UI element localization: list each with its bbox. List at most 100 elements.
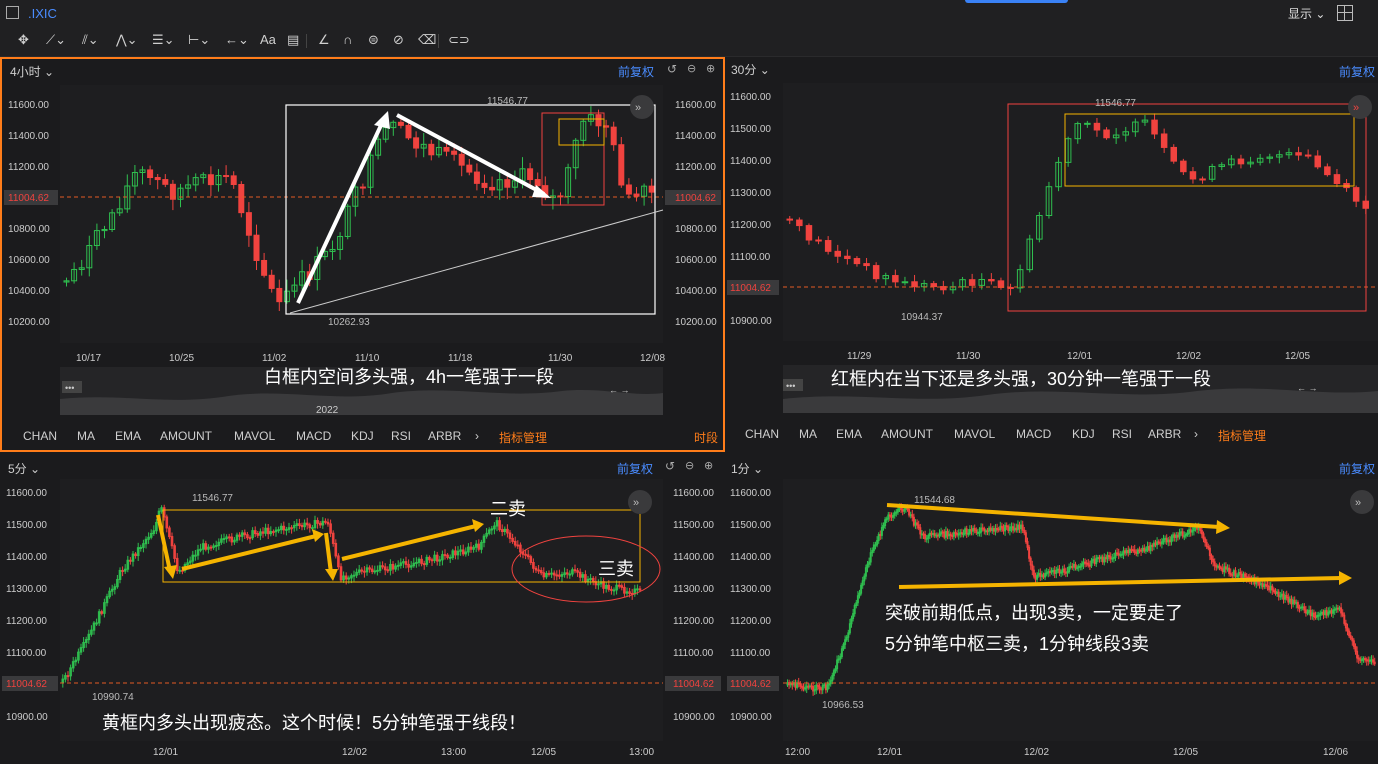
- indicator-more[interactable]: ›: [475, 429, 479, 443]
- adjust-label[interactable]: 前复权: [617, 460, 653, 477]
- candle-body: [555, 574, 559, 577]
- indicator-chan[interactable]: CHAN: [745, 427, 779, 441]
- arrow-icon[interactable]: ←⌄: [225, 32, 249, 48]
- trash-icon[interactable]: ⌫: [418, 32, 436, 48]
- adjust-label[interactable]: 前复权: [1339, 460, 1375, 477]
- candle-body: [981, 527, 984, 530]
- indicator-ma[interactable]: MA: [77, 429, 95, 443]
- channel-icon[interactable]: ⫽⌄: [82, 32, 99, 48]
- panel-1min[interactable]: 1分 ⌄ 前复权 11544.68 10966.53 11600.00 1150…: [727, 455, 1378, 764]
- indicator-arbr[interactable]: ARBR: [1148, 427, 1181, 441]
- chart-5min[interactable]: 二卖 三卖 11546.77 10990.74 11600.00 11500.0…: [0, 477, 725, 764]
- indicator-mavol[interactable]: MAVOL: [954, 427, 995, 441]
- indicator-manage[interactable]: 指标管理: [499, 429, 547, 446]
- candle-body: [527, 168, 534, 181]
- candle-body: [1156, 541, 1159, 546]
- price-tick: 11400.00: [730, 156, 771, 167]
- overview-arrows[interactable]: ← →: [609, 385, 630, 395]
- indicator-more[interactable]: ›: [1194, 427, 1198, 441]
- layout-grid-icon[interactable]: [1337, 5, 1353, 21]
- candle-body: [513, 540, 517, 546]
- candle-body: [1058, 568, 1061, 574]
- candle-body: [1258, 581, 1261, 586]
- zoom-in-icon[interactable]: ⊕: [706, 62, 715, 75]
- fib-icon[interactable]: ☰⌄: [152, 32, 175, 48]
- adjust-label[interactable]: 前复权: [1339, 63, 1375, 80]
- overview-arrows[interactable]: ← →: [1297, 383, 1318, 393]
- candle-body: [1087, 562, 1090, 566]
- reset-icon[interactable]: ↺: [667, 62, 677, 76]
- candle-body: [1071, 565, 1074, 568]
- indicator-ema[interactable]: EMA: [836, 427, 862, 441]
- panel-5min[interactable]: 5分 ⌄ 前复权 ↺ ⊖ ⊕ 二卖 三卖 11546.77 10990.74 1…: [0, 455, 725, 764]
- chart-4h[interactable]: 11546.77 10262.93 11600.00 11400.00 1120…: [2, 81, 723, 451]
- timeframe-selector[interactable]: 30分 ⌄: [731, 61, 770, 78]
- candle-body: [1183, 535, 1186, 538]
- display-menu[interactable]: 显示 ⌄: [1288, 5, 1325, 22]
- indicator-amount[interactable]: AMOUNT: [881, 427, 933, 441]
- timeframe-selector[interactable]: 5分 ⌄: [8, 460, 40, 477]
- period-tab[interactable]: 时段: [694, 429, 718, 446]
- indicator-arbr[interactable]: ARBR: [428, 429, 461, 443]
- candle-body: [370, 568, 374, 572]
- candle-body: [147, 169, 154, 179]
- candle-body: [227, 536, 231, 539]
- zoom-in-icon[interactable]: ⊕: [704, 459, 713, 472]
- indicator-kdj[interactable]: KDJ: [351, 429, 374, 443]
- candle-body: [204, 543, 208, 550]
- hide-icon[interactable]: ⊘: [393, 32, 404, 48]
- line-icon[interactable]: ⟋⌄: [46, 32, 66, 48]
- note-icon[interactable]: ▤: [287, 32, 299, 48]
- zoom-out-icon[interactable]: ⊖: [685, 459, 694, 472]
- sidebar-toggle-icon[interactable]: [6, 6, 19, 19]
- indicator-rsi[interactable]: RSI: [391, 429, 411, 443]
- adjust-label[interactable]: 前复权: [618, 63, 654, 80]
- candle-body: [994, 527, 997, 532]
- last-price-right: 11004.62: [673, 679, 714, 690]
- candle-body: [1164, 537, 1167, 540]
- magnet-icon[interactable]: ∩: [343, 32, 352, 47]
- indicator-manage[interactable]: 指标管理: [1218, 427, 1266, 444]
- chart-30min[interactable]: 11546.77 10944.37 11600.00 11500.00 1140…: [727, 79, 1378, 449]
- indicator-macd[interactable]: MACD: [296, 429, 331, 443]
- date-tick: 11/30: [956, 351, 981, 362]
- reset-icon[interactable]: ↺: [665, 459, 675, 473]
- indicator-rsi[interactable]: RSI: [1112, 427, 1132, 441]
- candle-body: [1216, 565, 1219, 568]
- symbol-label[interactable]: .IXIC: [28, 6, 57, 21]
- panel-30min[interactable]: 30分 ⌄ 前复权 11546.77 10944.37 11600.00 115…: [727, 57, 1378, 452]
- lock-icon[interactable]: ⊜: [368, 32, 379, 48]
- date-tick: 12/06: [1323, 747, 1348, 758]
- indicator-ma[interactable]: MA: [799, 427, 817, 441]
- expand-icon[interactable]: [1348, 95, 1372, 119]
- candle-body: [1284, 594, 1287, 600]
- candle-body: [844, 255, 851, 260]
- indicator-kdj[interactable]: KDJ: [1072, 427, 1095, 441]
- indicator-amount[interactable]: AMOUNT: [160, 429, 212, 443]
- expand-icon[interactable]: [630, 95, 654, 119]
- expand-icon[interactable]: [628, 490, 652, 514]
- candle-body: [121, 569, 124, 572]
- wave-icon[interactable]: ⋀⌄: [116, 32, 138, 48]
- range-icon[interactable]: ⊢⌄: [188, 32, 210, 48]
- ruler-icon[interactable]: ∠: [318, 32, 330, 48]
- candle-body: [1028, 546, 1031, 559]
- chart-1min[interactable]: 11544.68 10966.53 11600.00 11500.00 1140…: [727, 477, 1378, 764]
- panel-4h[interactable]: 4小时 ⌄ 前复权 ↺ ⊖ ⊕ 11546.77 10262.93 11600.…: [0, 57, 725, 452]
- text-icon[interactable]: Aa: [260, 32, 276, 47]
- zoom-out-icon[interactable]: ⊖: [687, 62, 696, 75]
- candle-body: [636, 588, 639, 591]
- timeframe-selector[interactable]: 1分 ⌄: [731, 460, 763, 477]
- candle-body: [1215, 565, 1218, 568]
- indicator-ema[interactable]: EMA: [115, 429, 141, 443]
- indicator-chan[interactable]: CHAN: [23, 429, 57, 443]
- candle-body: [1295, 602, 1298, 605]
- indicator-macd[interactable]: MACD: [1016, 427, 1051, 441]
- timeframe-selector[interactable]: 4小时 ⌄: [10, 63, 54, 80]
- expand-icon[interactable]: [1350, 490, 1374, 514]
- move-icon[interactable]: ✥: [18, 32, 29, 48]
- candle-body: [1344, 622, 1347, 629]
- candle-body: [1036, 574, 1039, 580]
- link-icon[interactable]: ⊂⊃: [448, 32, 470, 48]
- indicator-mavol[interactable]: MAVOL: [234, 429, 275, 443]
